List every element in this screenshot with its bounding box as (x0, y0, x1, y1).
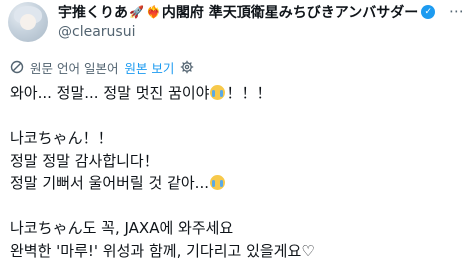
tweet-line-4: 정말 기뻐서 울어버릴 것 같아... (10, 172, 465, 195)
verified-badge-icon: ✓ (421, 5, 436, 19)
tweet-line-4-text: 정말 기뻐서 울어버릴 것 같아... (10, 174, 209, 192)
more-icon[interactable]: ⋯ (449, 4, 465, 19)
avatar[interactable] (8, 2, 48, 42)
tweet-line-1-suffix: ！！！ (226, 84, 272, 102)
loudly-crying-face-icon (209, 175, 225, 190)
view-original-link[interactable]: 원본 보기 (124, 58, 174, 77)
translation-label: 원문 언어 일본어 (30, 60, 119, 76)
gear-icon[interactable] (180, 60, 194, 74)
tweet-line-1-text: 와아... 정말... 정말 멋진 꿈이야 (10, 84, 210, 102)
tweet-line-5: 나코ちゃん도 꼭, JAXA에 와주세요 (10, 219, 234, 237)
heart-fire-emoji: ❤️‍🔥 (145, 5, 161, 19)
tweet-line-3: 정말 정말 감사합니다！ (10, 151, 159, 170)
display-name-suffix[interactable]: 内閣府 準天頂衛星みちびきアンバサダー (162, 2, 418, 22)
tweet-line-6: 완벽한 '마루!' 위성과 함께, 기다리고 있을게요♡ (10, 241, 315, 260)
tweet-body: 와아... 정말... 정말 멋진 꿈이야 ！！！ 나코ちゃん！！ 정말 정말 감… (10, 82, 465, 262)
avatar-face (20, 14, 36, 30)
translate-icon (10, 60, 24, 74)
translation-bar: 원문 언어 일본어 원본 보기 (10, 58, 194, 76)
display-name[interactable]: 宇推くりあ (58, 2, 128, 22)
tweet-header: 宇推くりあ 🚀 ❤️‍🔥 内閣府 準天頂衛星みちびきアンバサダー ✓ @clea… (58, 2, 449, 40)
tweet-line-2: 나코ちゃん！！ (10, 129, 113, 147)
loudly-crying-face-icon (210, 85, 226, 100)
rocket-emoji: 🚀 (129, 5, 144, 19)
tweet-line-1: 와아... 정말... 정말 멋진 꿈이야 ！！！ (10, 82, 465, 105)
display-name-row[interactable]: 宇推くりあ 🚀 ❤️‍🔥 内閣府 準天頂衛星みちびきアンバサダー ✓ (58, 2, 449, 22)
user-handle[interactable]: @clearusui (58, 24, 449, 40)
